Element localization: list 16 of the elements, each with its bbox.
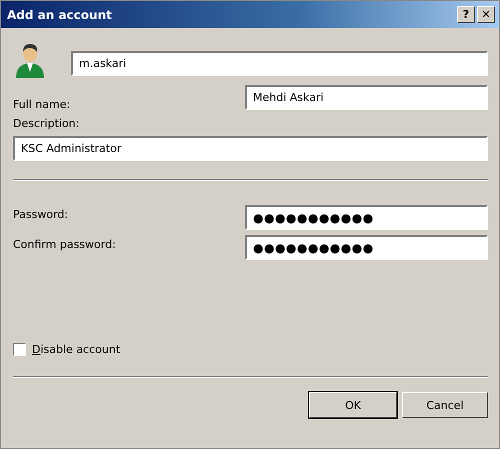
- close-button[interactable]: ✕: [477, 6, 495, 23]
- help-button[interactable]: ?: [457, 6, 475, 23]
- confirm-password-field[interactable]: ●●●●●●●●●●●: [245, 235, 488, 260]
- disable-account-label: Disable account: [32, 343, 120, 356]
- username-field[interactable]: m.askari: [71, 50, 488, 76]
- password-field[interactable]: ●●●●●●●●●●●: [245, 205, 488, 230]
- ok-button[interactable]: OK: [309, 392, 397, 418]
- window-title: Add an account: [7, 8, 113, 22]
- password-label: Password:: [13, 208, 68, 221]
- description-label: Description:: [13, 117, 80, 130]
- description-field[interactable]: KSC Administrator: [13, 136, 488, 161]
- disable-account-checkbox[interactable]: [13, 343, 26, 356]
- cancel-button[interactable]: Cancel: [402, 392, 488, 418]
- full-name-label: Full name:: [13, 98, 70, 111]
- confirm-password-label: Confirm password:: [13, 238, 116, 251]
- full-name-field[interactable]: Mehdi Askari: [245, 85, 488, 110]
